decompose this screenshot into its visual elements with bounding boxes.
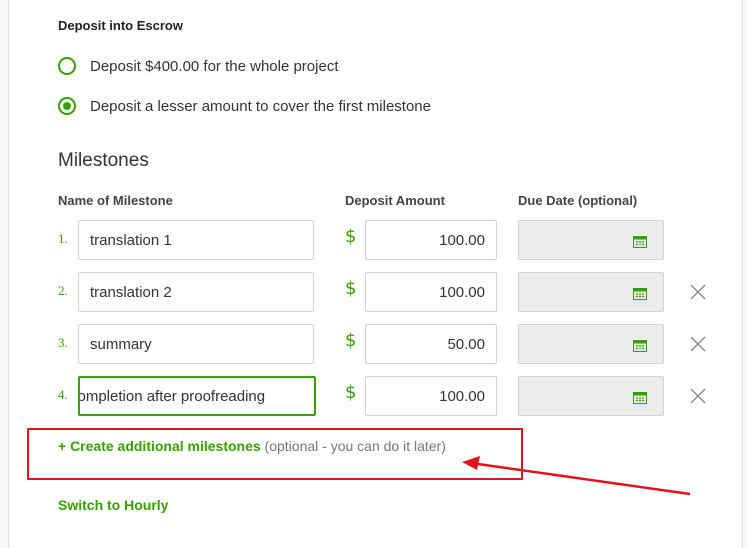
due-date-input[interactable]: [518, 376, 664, 416]
currency-symbol: $: [345, 330, 357, 351]
deposit-whole-option[interactable]: Deposit $400.00 for the whole project: [58, 55, 339, 77]
column-header-amount: Deposit Amount: [345, 193, 445, 208]
milestone-number: 4.: [58, 387, 68, 402]
due-date-input[interactable]: [518, 220, 664, 260]
milestone-row: 3. summary $ 50.00: [9, 324, 742, 366]
milestone-name-value: summary: [90, 335, 152, 353]
close-icon[interactable]: [690, 284, 706, 300]
due-date-input[interactable]: [518, 324, 664, 364]
close-icon[interactable]: [690, 388, 706, 404]
calendar-icon[interactable]: [633, 287, 647, 300]
switch-to-hourly-link[interactable]: Switch to Hourly: [58, 497, 168, 513]
deposit-amount-input[interactable]: 100.00: [365, 376, 497, 416]
milestone-name-value: translation 1: [90, 231, 172, 249]
deposit-amount-input[interactable]: 100.00: [365, 220, 497, 260]
milestone-name-value: completion after proofreading: [78, 387, 266, 405]
calendar-icon[interactable]: [633, 391, 647, 404]
milestone-name-input[interactable]: completion after proofreading: [78, 376, 316, 416]
deposit-amount-value: 100.00: [439, 387, 485, 405]
annotation-highlight-box: [27, 428, 523, 480]
milestone-number: 2.: [58, 283, 68, 298]
milestone-name-value: translation 2: [90, 283, 172, 301]
radio-button[interactable]: [58, 57, 76, 75]
milestone-number: 1.: [58, 231, 68, 246]
milestones-heading: Milestones: [58, 150, 149, 171]
milestone-row: 2. translation 2 $ 100.00: [9, 272, 742, 314]
deposit-milestone-option[interactable]: Deposit a lesser amount to cover the fir…: [58, 95, 431, 117]
calendar-icon[interactable]: [633, 339, 647, 352]
radio-label: Deposit $400.00 for the whole project: [90, 57, 339, 75]
deposit-amount-value: 100.00: [439, 231, 485, 249]
milestone-name-input[interactable]: summary: [78, 324, 314, 364]
deposit-amount-input[interactable]: 50.00: [365, 324, 497, 364]
milestone-row: 1. translation 1 $ 100.00: [9, 220, 742, 262]
milestone-name-input[interactable]: translation 1: [78, 220, 314, 260]
milestone-number: 3.: [58, 335, 68, 350]
currency-symbol: $: [345, 278, 357, 299]
column-header-name: Name of Milestone: [58, 193, 173, 208]
deposit-section-title: Deposit into Escrow: [58, 18, 183, 33]
milestone-row: 4. completion after proofreading $ 100.0…: [9, 376, 742, 418]
calendar-icon[interactable]: [633, 235, 647, 248]
close-icon[interactable]: [690, 336, 706, 352]
currency-symbol: $: [345, 382, 357, 403]
currency-symbol: $: [345, 226, 357, 247]
due-date-input[interactable]: [518, 272, 664, 312]
radio-label: Deposit a lesser amount to cover the fir…: [90, 97, 431, 115]
deposit-amount-value: 100.00: [439, 283, 485, 301]
column-header-due-date: Due Date (optional): [518, 193, 638, 208]
deposit-amount-input[interactable]: 100.00: [365, 272, 497, 312]
milestone-name-input[interactable]: translation 2: [78, 272, 314, 312]
radio-button-selected[interactable]: [58, 97, 76, 115]
deposit-amount-value: 50.00: [447, 335, 485, 353]
